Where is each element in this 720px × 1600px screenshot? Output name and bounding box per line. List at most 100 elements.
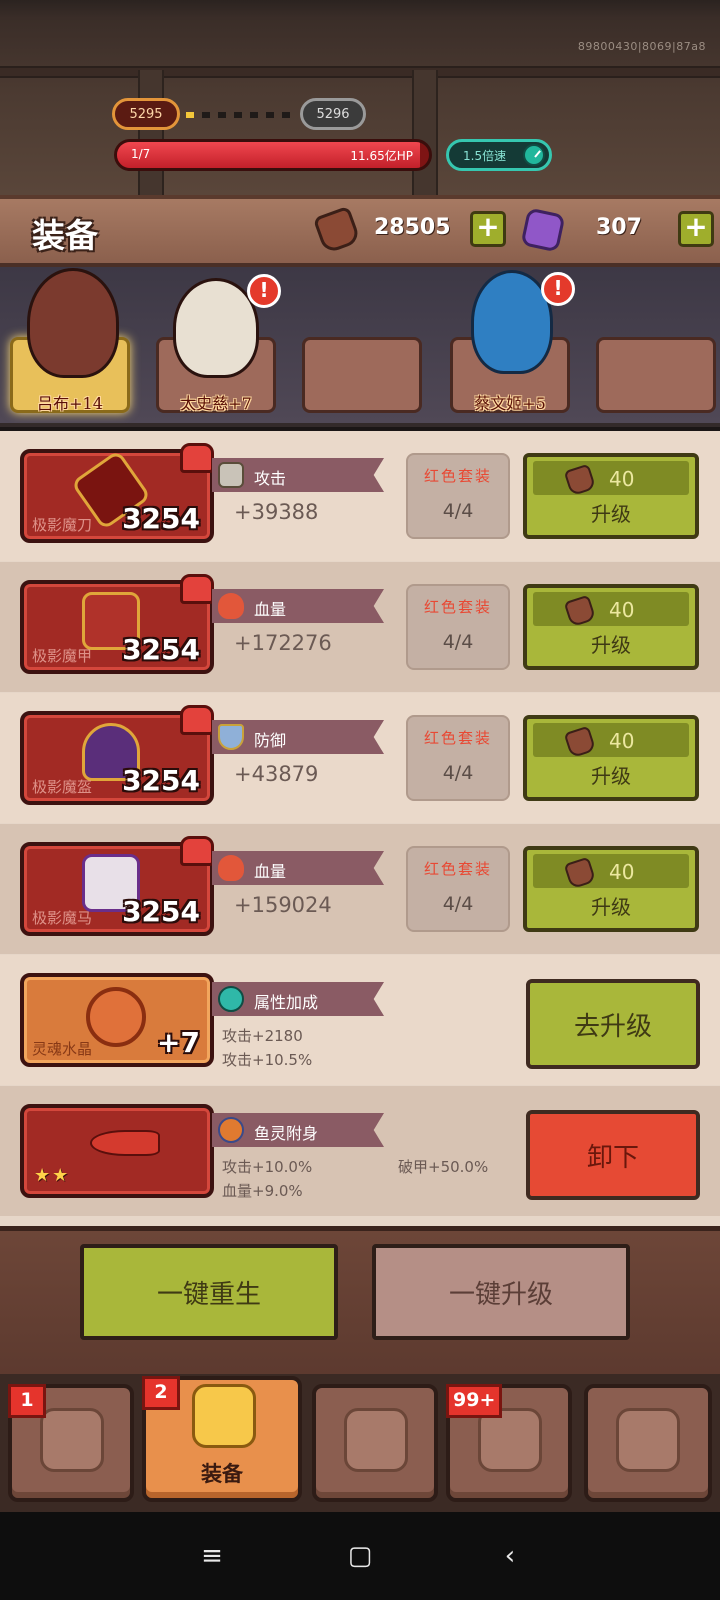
alert-icon: ! bbox=[541, 272, 575, 306]
set-bonus-box: 红色套装 4/4 bbox=[406, 453, 510, 539]
purple-gem-icon bbox=[520, 207, 566, 253]
tab-chest[interactable]: 99+ bbox=[446, 1384, 572, 1502]
wood-amount: 28505 bbox=[374, 215, 451, 240]
unequip-button[interactable]: 卸下 bbox=[526, 1110, 700, 1200]
gem-amount: 307 bbox=[596, 215, 642, 240]
bonus-line: 破甲+50.0% bbox=[398, 1158, 489, 1176]
tab-equipment[interactable]: 装备 2 bbox=[142, 1376, 302, 1502]
hp-text: 11.65亿HP bbox=[350, 149, 413, 163]
red-armor-badge-icon bbox=[180, 443, 214, 473]
upgrade-label: 升级 bbox=[591, 895, 631, 919]
notification-badge: 2 bbox=[142, 1376, 180, 1410]
blood-drop-icon bbox=[218, 855, 244, 881]
add-gem-button[interactable]: + bbox=[678, 211, 714, 247]
shield-icon bbox=[218, 724, 244, 750]
build-id: 89800430|8069|87a8 bbox=[577, 40, 706, 53]
set-count: 4/4 bbox=[442, 893, 474, 915]
equipment-level: 3254 bbox=[122, 633, 200, 666]
one-click-rebirth-button[interactable]: 一键重生 bbox=[80, 1244, 338, 1340]
bonus-line: 攻击+10.0% bbox=[222, 1158, 313, 1176]
stat-tag: 属性加成 bbox=[212, 982, 384, 1016]
crystal-orb-icon bbox=[86, 987, 146, 1047]
set-count: 4/4 bbox=[442, 762, 474, 784]
add-wood-button[interactable]: + bbox=[470, 211, 506, 247]
wood-coffin-icon bbox=[563, 463, 597, 497]
upgrade-label: 升级 bbox=[591, 633, 631, 657]
notification-badge: 1 bbox=[8, 1384, 46, 1418]
red-armor-badge-icon bbox=[180, 574, 214, 604]
wood-beam bbox=[0, 66, 720, 78]
next-level-badge: 5296 bbox=[300, 98, 366, 130]
equipment-row-horse: 极影魔马 3254 血量 +159024 红色套装 4/4 40 升级 bbox=[0, 824, 720, 954]
hero-slot-caiwenji[interactable]: ! 蔡文姬+5 bbox=[450, 270, 575, 413]
equipment-list: 极影魔刀 3254 攻击 +39388 红色套装 4/4 40 升级 极影魔甲 … bbox=[0, 431, 720, 1226]
bulk-actions-bar: 一键重生 一键升级 bbox=[0, 1226, 720, 1374]
scroll-map-icon bbox=[616, 1408, 680, 1472]
equipment-level: 3254 bbox=[122, 764, 200, 797]
equipment-header: 装备 28505 + 307 + bbox=[0, 195, 720, 267]
cost-strip: 40 bbox=[533, 461, 689, 497]
stat-tag: 防御 bbox=[212, 720, 384, 754]
stat-tag: 鱼灵附身 bbox=[212, 1113, 384, 1147]
taishici-portrait bbox=[173, 278, 259, 378]
stat-label: 防御 bbox=[254, 731, 287, 750]
soul-crystal-row: 灵魂水晶 +7 属性加成 攻击+2180 攻击+10.5% 去升级 bbox=[0, 955, 720, 1085]
hero-slot-empty[interactable] bbox=[302, 337, 422, 413]
hero-slot-lubu[interactable]: 吕布+14 bbox=[10, 268, 130, 413]
wood-post bbox=[138, 70, 164, 195]
stat-value: +39388 bbox=[234, 500, 319, 524]
star-rating: ★★ bbox=[34, 1165, 71, 1186]
crystal-level: +7 bbox=[157, 1026, 200, 1059]
tab-forge[interactable] bbox=[312, 1384, 438, 1502]
set-bonus-box: 红色套装 4/4 bbox=[406, 584, 510, 670]
wood-coffin-icon bbox=[312, 205, 362, 255]
stat-label: 血量 bbox=[254, 862, 287, 881]
hero-slot-empty[interactable] bbox=[596, 337, 716, 413]
set-count: 4/4 bbox=[442, 500, 474, 522]
hero-name: 太史慈+7 bbox=[180, 394, 252, 413]
go-upgrade-button[interactable]: 去升级 bbox=[526, 979, 700, 1069]
upgrade-cost: 40 bbox=[609, 729, 635, 753]
upgrade-armor-button[interactable]: 40 升级 bbox=[523, 584, 699, 670]
wood-post bbox=[412, 70, 438, 195]
equipment-name: 极影魔马 bbox=[32, 909, 93, 927]
upgrade-helmet-button[interactable]: 40 升级 bbox=[523, 715, 699, 801]
notification-badge: 99+ bbox=[446, 1384, 503, 1418]
stat-label: 血量 bbox=[254, 600, 287, 619]
bonus-line: 攻击+10.5% bbox=[222, 1051, 313, 1069]
equipment-row-weapon: 极影魔刀 3254 攻击 +39388 红色套装 4/4 40 升级 bbox=[0, 431, 720, 561]
stat-value: +172276 bbox=[234, 631, 332, 655]
soul-crystal-card[interactable]: 灵魂水晶 +7 bbox=[20, 973, 214, 1067]
equipment-name: 极影魔盔 bbox=[32, 778, 93, 796]
tab-label: 装备 bbox=[201, 1462, 243, 1486]
upgrade-horse-button[interactable]: 40 升级 bbox=[523, 846, 699, 932]
equipment-name: 极影魔刀 bbox=[32, 516, 93, 534]
hero-name: 蔡文姬+5 bbox=[474, 394, 546, 413]
crystal-name: 灵魂水晶 bbox=[32, 1040, 93, 1058]
red-fish-icon bbox=[90, 1130, 160, 1156]
back-icon[interactable]: ‹ bbox=[490, 1540, 530, 1572]
upgrade-weapon-button[interactable]: 40 升级 bbox=[523, 453, 699, 539]
hero-slot-taishici[interactable]: ! 太史慈+7 bbox=[156, 274, 281, 413]
level-progress-track bbox=[186, 112, 294, 118]
stat-tag: 血量 bbox=[212, 851, 384, 885]
equipment-level: 3254 bbox=[122, 895, 200, 928]
tab-heroes[interactable]: 1 bbox=[8, 1384, 134, 1502]
home-icon[interactable]: ▢ bbox=[340, 1540, 380, 1572]
wave-counter: 1/7 bbox=[131, 147, 151, 161]
blood-drop-icon bbox=[218, 593, 244, 619]
golden-armor-icon bbox=[192, 1384, 256, 1448]
upgrade-cost: 40 bbox=[609, 860, 635, 884]
set-bonus-box: 红色套装 4/4 bbox=[406, 846, 510, 932]
set-name: 红色套装 bbox=[423, 860, 492, 878]
red-armor-badge-icon bbox=[180, 705, 214, 735]
fish-spirit-card[interactable]: ★★ bbox=[20, 1104, 214, 1198]
tab-scroll[interactable] bbox=[584, 1384, 712, 1502]
menu-icon[interactable]: ≡ bbox=[192, 1540, 232, 1572]
speed-toggle-button[interactable]: 1.5倍速 bbox=[446, 139, 552, 171]
battle-stage: 89800430|8069|87a8 5295 5296 1/7 11.65亿H… bbox=[0, 0, 720, 195]
bonus-line: 血量+9.0% bbox=[222, 1182, 303, 1200]
hero-name: 吕布+14 bbox=[37, 394, 103, 413]
one-click-upgrade-button[interactable]: 一键升级 bbox=[372, 1244, 630, 1340]
boss-hp-bar: 1/7 11.65亿HP bbox=[114, 139, 432, 171]
